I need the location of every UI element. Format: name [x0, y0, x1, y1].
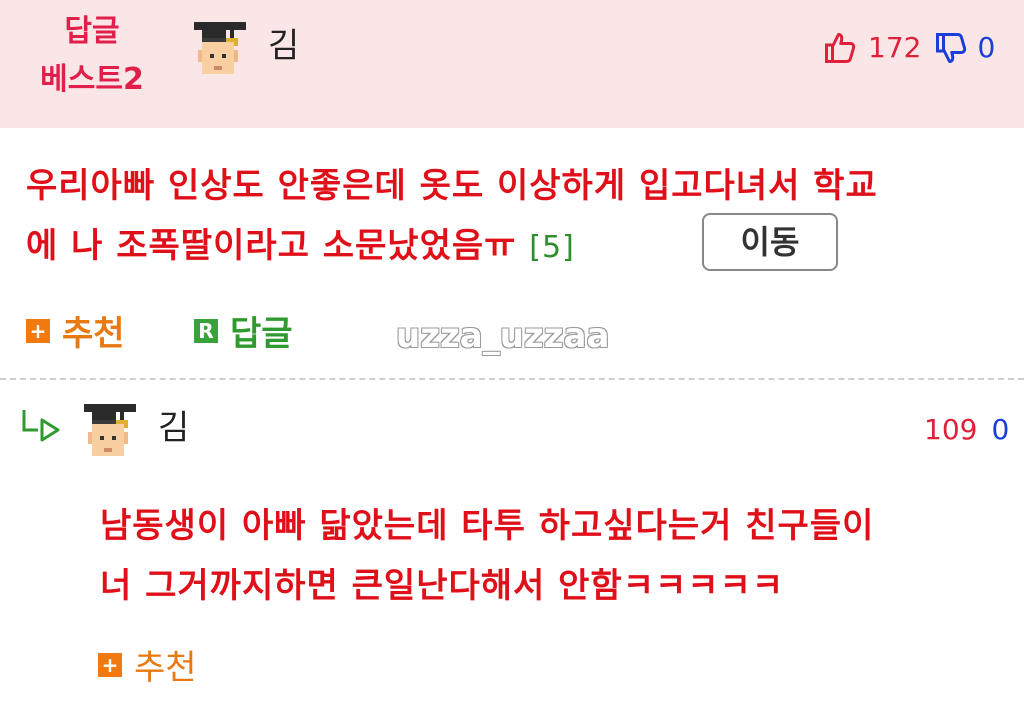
reply-recommend-label: 추천 [134, 648, 197, 688]
best-reply-badge: 답글 베스트2 [18, 8, 166, 104]
downvote-count: 0 [977, 31, 996, 64]
watermark: uzza_uzzaa [396, 316, 610, 356]
reply-upvote-count: 109 [924, 413, 978, 446]
reply-recommend-button[interactable]: + 추천 [98, 640, 197, 689]
vote-area: 172 0 [822, 30, 995, 66]
recommend-label: 추천 [62, 314, 125, 354]
reply-downvote-count: 0 [991, 413, 1010, 446]
comment-author[interactable]: 김 [268, 26, 299, 66]
recommend-button[interactable]: + 추천 [26, 306, 125, 355]
comment-text-line2: 에 나 조폭딸이라고 소문났었음ㅠ [26, 226, 517, 266]
badge-line2: 베스트2 [40, 62, 144, 97]
reply-count[interactable]: [5] [529, 230, 575, 265]
graduate-avatar-icon[interactable] [80, 400, 144, 464]
thumbs-up-icon[interactable] [822, 30, 858, 66]
graduate-avatar-icon[interactable] [190, 18, 254, 82]
comment-text-line1: 우리아빠 인상도 안좋은데 옷도 이상하게 입고다녀서 학교 [26, 166, 878, 206]
reply-text-line1: 남동생이 아빠 닮았는데 타투 하고싶다는거 친구들이 [100, 506, 875, 546]
reply-vote-area: 109 0 [924, 412, 1009, 448]
reply-button[interactable]: R 답글 [194, 306, 293, 355]
upvote-count: 172 [868, 31, 922, 64]
reply-arrow-icon [20, 408, 64, 442]
move-button[interactable]: 이동 [702, 213, 838, 271]
reply-text-line2: 너 그거까지하면 큰일난다해서 안함ㅋㅋㅋㅋㅋ [100, 566, 785, 606]
badge-line1: 답글 [64, 14, 120, 49]
reply-r-icon: R [194, 318, 218, 343]
reply-author[interactable]: 김 [158, 408, 189, 448]
plus-icon: + [26, 318, 50, 343]
best-comment-header: 답글 베스트2 김 172 0 [0, 0, 1024, 128]
reply-label: 답글 [230, 314, 293, 354]
comment-divider [0, 378, 1024, 380]
plus-icon: + [98, 652, 122, 677]
reply-text: 남동생이 아빠 닮았는데 타투 하고싶다는거 친구들이 너 그거까지하면 큰일난… [100, 496, 874, 616]
thumbs-down-icon[interactable] [933, 30, 969, 66]
